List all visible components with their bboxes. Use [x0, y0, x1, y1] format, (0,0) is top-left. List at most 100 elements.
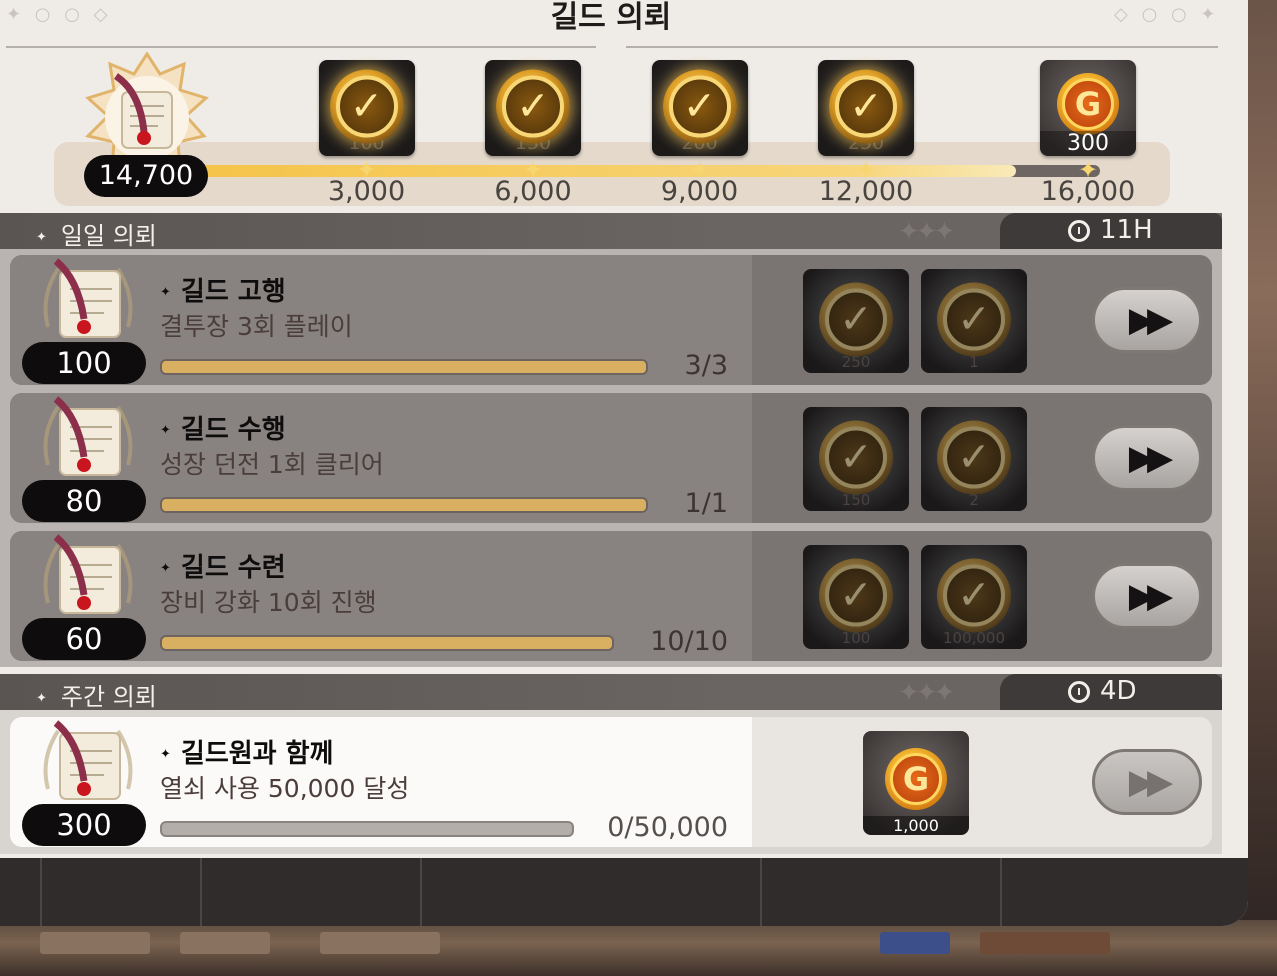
go-button[interactable]: ▶▶: [1092, 287, 1202, 353]
weekly-section-title: ✦ 주간 의뢰: [36, 683, 157, 711]
check-coin-icon: ✓: [937, 420, 1011, 495]
quest-progress-bar: [160, 635, 614, 651]
double-arrow-icon: ▶▶: [1128, 762, 1173, 802]
milestone-reward-4[interactable]: 250✓: [818, 60, 914, 156]
gold-g-icon: G: [890, 752, 942, 805]
bullet-icon: ✦: [160, 285, 171, 300]
check-icon: ✓: [825, 564, 887, 627]
weekly-section-label: 주간 의뢰: [60, 683, 157, 711]
quest-progress-bar: [160, 497, 648, 513]
reward-amount: 300: [1040, 131, 1136, 156]
check-coin-icon: ✓: [937, 282, 1011, 357]
title-divider-left: [6, 46, 596, 48]
milestone-label: 16,000: [1040, 176, 1136, 207]
quest-card: 80 ✦ 길드 수행성장 던전 1회 클리어 1/1 150 ✓ 2 ✓ ▶▶: [10, 393, 1212, 523]
quest-progress-text: 3/3: [684, 350, 728, 381]
background-floor: [0, 920, 1277, 976]
stopwatch-icon: [1068, 681, 1090, 703]
check-coin-icon: ✓: [819, 282, 893, 357]
go-button[interactable]: ▶▶: [1092, 425, 1202, 491]
quest-points-badge: 80: [22, 480, 146, 522]
quest-reward-claimed[interactable]: 250 ✓: [803, 269, 909, 373]
quest-progress-text: 1/1: [684, 488, 728, 519]
quest-scroll-icon: [43, 534, 133, 614]
page-title: 길드 의뢰: [550, 0, 672, 35]
go-button[interactable]: ▶▶: [1092, 749, 1202, 815]
check-icon: ✓: [668, 75, 731, 138]
panel-bottom-bar: [0, 858, 1248, 926]
quest-reward-claimed[interactable]: 100 ✓: [803, 545, 909, 649]
milestone-label: 3,000: [327, 176, 406, 207]
guild-request-panel: ✦ ○ ○ ◇ ◇ ○ ○ ✦ 길드 의뢰 14,700 ✦3,000100✓✦…: [0, 0, 1248, 926]
quest-progress-bar: [160, 821, 574, 837]
quest-name-text: 길드원과 함께: [180, 739, 334, 769]
quest-progress-bar: [160, 359, 648, 375]
quest-progress-text: 10/10: [650, 626, 728, 657]
double-arrow-icon: ▶▶: [1128, 576, 1173, 616]
check-coin-icon: ✓: [329, 69, 404, 144]
milestone-label: 12,000: [818, 176, 914, 207]
check-coin-icon: ✓: [819, 420, 893, 495]
quest-description: 열쇠 사용 50,000 달성: [160, 774, 410, 803]
title-divider-right: [626, 46, 1218, 48]
quest-name-text: 길드 수행: [180, 415, 286, 445]
bullet-icon: ✦: [160, 423, 171, 438]
quest-card: 100 ✦ 길드 고행 결투장 3회 플레이 3/3 250 ✓ 1 ✓ ▶▶: [10, 255, 1212, 385]
quest-card: 300 ✦ 길드원과 함께열쇠 사용 50,000 달성 0/50,000 G 1,000…: [10, 717, 1212, 847]
stopwatch-icon: [1068, 220, 1090, 242]
quest-points-badge: 300: [22, 804, 146, 846]
daily-section-title: ✦ 일일 의뢰: [36, 222, 157, 250]
quest-description: 성장 던전 1회 클리어: [160, 450, 384, 479]
quest-name: ✦ 길드 수행: [160, 409, 286, 446]
bullet-icon: ✦: [160, 747, 171, 762]
quest-description: 장비 강화 10회 진행: [160, 588, 377, 617]
milestone-reward-5[interactable]: G 300: [1040, 60, 1136, 156]
gold-coin-icon: G: [1057, 73, 1119, 136]
quest-reward-claimed[interactable]: 150 ✓: [803, 407, 909, 511]
current-score-badge: 14,700: [84, 155, 208, 197]
milestone-reward-2[interactable]: 150✓: [485, 60, 581, 156]
milestone-label: 9,000: [660, 176, 739, 207]
milestone-label: 6,000: [494, 176, 572, 207]
quest-scroll-icon: [43, 396, 133, 476]
quest-reward-claimed[interactable]: 1 ✓: [921, 269, 1027, 373]
check-icon: ✓: [943, 564, 1005, 627]
daily-section-header: ✦ 일일 의뢰 ✦✦✦ 11H: [0, 213, 1222, 250]
check-icon: ✓: [943, 288, 1005, 351]
quest-points-badge: 100: [22, 342, 146, 384]
weekly-section-header: ✦ 주간 의뢰 ✦✦✦ 4D: [0, 674, 1222, 711]
quest-progress-text: 0/50,000: [607, 812, 728, 843]
quest-reward-gold[interactable]: G 1,000: [863, 731, 969, 835]
quest-reward-claimed[interactable]: 2 ✓: [921, 407, 1027, 511]
weekly-timer: 4D: [1000, 674, 1222, 710]
milestone-reward-1[interactable]: 100✓: [318, 60, 415, 156]
check-icon: ✓: [335, 75, 398, 138]
check-coin-icon: ✓: [662, 69, 737, 144]
weekly-timer-text: 4D: [1100, 676, 1137, 706]
quest-name: ✦ 길드 수련: [160, 547, 286, 584]
check-icon: ✓: [835, 75, 897, 138]
section-stars-decoration: ✦✦✦: [898, 217, 955, 247]
double-arrow-icon: ▶▶: [1128, 300, 1173, 340]
gold-g-icon: G: [1062, 78, 1114, 131]
quest-card: 60 ✦ 길드 수련 장비 강화 10회 진행 10/10 100 ✓ 100,000 ✓ ▶▶: [10, 531, 1212, 661]
daily-section-label: 일일 의뢰: [60, 222, 157, 250]
check-coin-icon: ✓: [496, 69, 570, 144]
check-icon: ✓: [825, 426, 887, 489]
daily-timer-text: 11H: [1100, 215, 1153, 245]
quest-reward-claimed[interactable]: 100,000 ✓: [921, 545, 1027, 649]
quest-scroll-icon: [43, 720, 133, 800]
quest-scroll-icon: [43, 258, 133, 338]
check-icon: ✓: [502, 75, 564, 138]
go-button[interactable]: ▶▶: [1092, 563, 1202, 629]
quest-name: ✦ 길드원과 함께: [160, 733, 333, 770]
gold-coin-icon: G: [885, 747, 947, 810]
check-icon: ✓: [943, 426, 1005, 489]
daily-timer: 11H: [1000, 213, 1222, 249]
reward-amount: 1,000: [863, 816, 969, 835]
check-coin-icon: ✓: [819, 558, 893, 633]
quest-name: ✦ 길드 고행: [160, 271, 286, 308]
double-arrow-icon: ▶▶: [1128, 438, 1173, 478]
quest-name-text: 길드 수련: [180, 553, 286, 583]
milestone-reward-3[interactable]: 200✓: [651, 60, 748, 156]
